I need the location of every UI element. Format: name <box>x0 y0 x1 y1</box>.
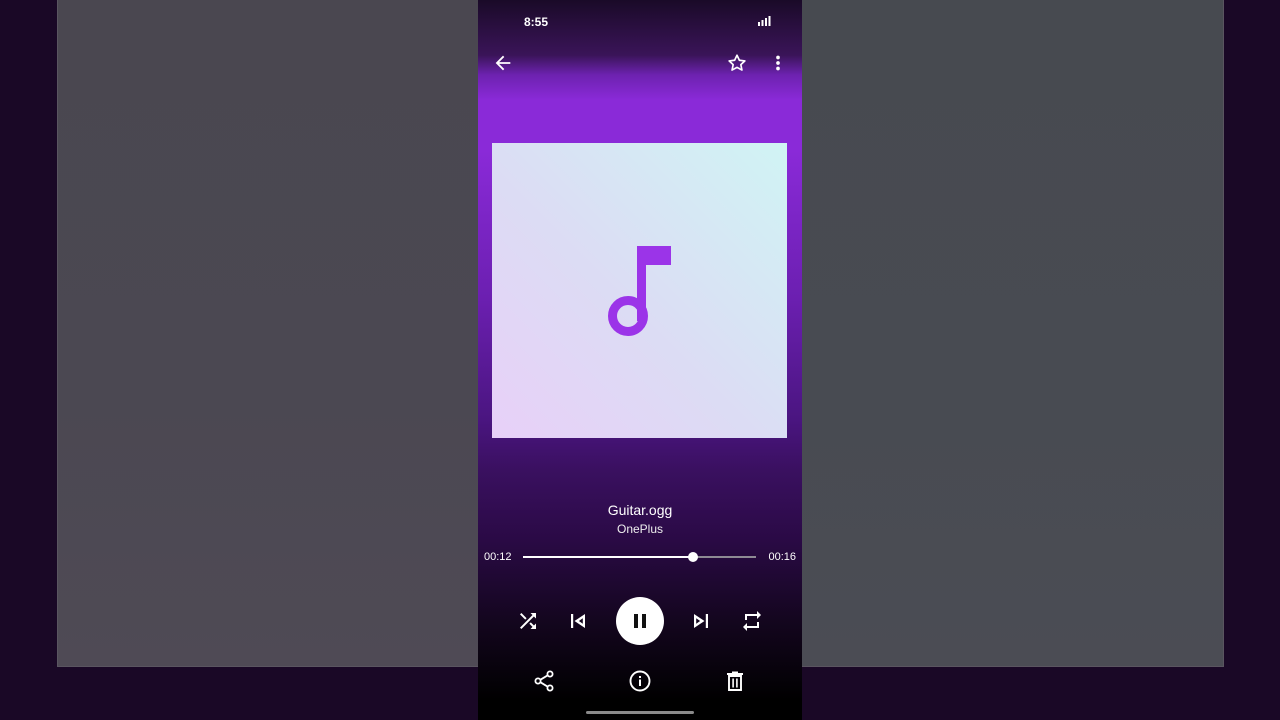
more-vert-icon <box>776 55 780 71</box>
blurred-background-right <box>801 0 1224 667</box>
track-artist: OnePlus <box>616 522 664 536</box>
share-button[interactable] <box>532 669 556 693</box>
elapsed-time: 00:12 <box>484 551 512 563</box>
skip-next-icon <box>694 614 708 628</box>
shuffle-icon <box>520 613 536 629</box>
skip-previous-icon <box>571 614 585 628</box>
repeat-icon <box>743 611 761 631</box>
cell-signal-icon <box>758 16 771 26</box>
share-icon <box>534 670 554 692</box>
total-time: 00:16 <box>768 551 796 563</box>
back-button[interactable] <box>492 52 514 74</box>
star-outline-icon <box>728 54 746 71</box>
arrow-back-icon <box>495 55 511 71</box>
info-icon <box>629 670 651 692</box>
music-player-screen: 8:55 Guitar.ogg OnePlus 00:12 00:16 <box>478 0 802 720</box>
previous-button[interactable] <box>566 609 590 633</box>
track-title: Guitar.ogg <box>607 502 673 518</box>
music-note-icon <box>607 243 677 338</box>
delete-icon <box>727 671 743 691</box>
seek-bar[interactable] <box>523 552 756 562</box>
shuffle-button[interactable] <box>516 609 540 633</box>
blurred-background-left <box>57 0 479 667</box>
pause-icon <box>634 614 646 628</box>
home-indicator[interactable] <box>586 711 694 714</box>
info-button[interactable] <box>628 669 652 693</box>
repeat-button[interactable] <box>740 609 764 633</box>
seek-progress <box>523 556 694 558</box>
favorite-button[interactable] <box>726 52 748 74</box>
seek-thumb[interactable] <box>688 552 699 562</box>
delete-button[interactable] <box>723 669 747 693</box>
more-options-button[interactable] <box>767 52 789 74</box>
play-pause-button[interactable] <box>616 597 664 645</box>
album-art <box>492 143 787 438</box>
next-button[interactable] <box>689 609 713 633</box>
status-time: 8:55 <box>524 15 549 29</box>
